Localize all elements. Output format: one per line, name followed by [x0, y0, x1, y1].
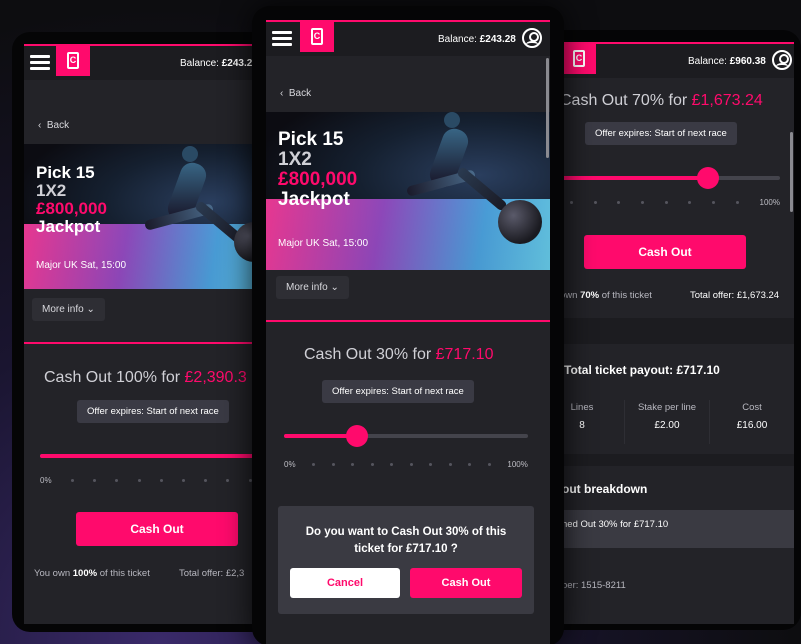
stake-cell: Stake per line £2.00 — [625, 400, 710, 444]
cashout-slider[interactable] — [540, 167, 780, 189]
cancel-button[interactable]: Cancel — [290, 568, 400, 598]
slider-ticks: 0% — [40, 476, 274, 485]
cashout-slider[interactable] — [284, 425, 528, 447]
section-divider — [24, 342, 274, 344]
slider-thumb[interactable] — [346, 425, 369, 447]
total-offer-label: Total offer: £2,3 — [179, 568, 245, 579]
app-header: C Balance: £243.28 — [266, 20, 550, 56]
hero-banner: Pick 15 1X2 £800,000 Jackpot Major UK Sa… — [266, 112, 550, 270]
brand-logo[interactable]: C — [56, 46, 90, 76]
breakdown-row: hed Out 30% for £717.10 — [540, 510, 794, 548]
section-divider — [540, 454, 794, 466]
ticket-number-label: ber: 1515-8211 — [562, 580, 626, 591]
cashout-title: Cash Out 100% for £2,390.3 — [44, 369, 247, 386]
section-divider — [266, 320, 550, 322]
back-link[interactable]: ‹ Back — [280, 88, 311, 99]
cashout-slider[interactable] — [40, 454, 274, 458]
offer-expires-badge: Offer expires: Start of next race — [77, 400, 229, 423]
section-divider — [540, 318, 794, 344]
scrollbar[interactable] — [790, 132, 793, 212]
chevron-down-icon: ⌄ — [86, 304, 95, 315]
payout-title: Total ticket payout: £717.10 — [564, 363, 720, 377]
center-screen: C Balance: £243.28 ‹ Back Pick 15 1X2 £8… — [266, 20, 550, 644]
ticket-summary-table: Lines 8 Stake per line £2.00 Cost £16.00 — [540, 400, 794, 444]
app-header: C Balance: £243.28 — [24, 44, 274, 80]
slider-ticks: 100% — [570, 198, 780, 207]
user-account-icon[interactable] — [772, 50, 792, 70]
left-phone: C Balance: £243.28 ‹ Back Pick 15 1X2 £8… — [12, 32, 280, 632]
left-screen: C Balance: £243.28 ‹ Back Pick 15 1X2 £8… — [24, 44, 274, 624]
cashout-title: Cash Out 70% for £1,673.24 — [560, 92, 763, 109]
slider-ticks: 0% 100% — [284, 460, 528, 469]
cost-cell: Cost £16.00 — [736, 402, 768, 431]
meeting-label: Major UK Sat, 15:00 — [36, 260, 127, 271]
slider-thumb[interactable] — [697, 167, 719, 189]
football-image — [498, 200, 542, 244]
meeting-label: Major UK Sat, 15:00 — [278, 238, 369, 249]
ownership-label: You own 100% of this ticket — [34, 568, 150, 579]
scrollbar[interactable] — [546, 58, 549, 158]
more-info-button[interactable]: More info ⌄ — [32, 298, 105, 321]
brand-logo[interactable]: C — [562, 44, 596, 74]
confirm-cash-out-button[interactable]: Cash Out — [410, 568, 522, 598]
footballer-image — [134, 146, 254, 282]
dialog-question: Do you want to Cash Out 30% of this tick… — [305, 526, 507, 555]
app-header: C Balance: £960.38 — [540, 42, 794, 78]
slider-fill — [40, 454, 274, 458]
slider-fill — [540, 176, 708, 180]
menu-icon[interactable] — [272, 31, 292, 47]
offer-expires-badge: Offer expires: Start of next race — [322, 380, 474, 403]
right-screen: C Balance: £960.38 Cash Out 70% for £1,6… — [540, 42, 794, 624]
confirm-dialog: Do you want to Cash Out 30% of this tick… — [278, 506, 534, 614]
balance: Balance: £243.28 — [438, 34, 516, 45]
breakdown-title: out breakdown — [562, 482, 648, 496]
hero-title: Pick 15 1X2 £800,000 Jackpot — [36, 163, 107, 236]
back-link[interactable]: ‹ Back — [38, 120, 69, 131]
total-offer-label: Total offer: £1,673.24 — [690, 290, 780, 301]
user-account-icon[interactable] — [522, 28, 542, 48]
showcase-stage: C Balance: £243.28 ‹ Back Pick 15 1X2 £8… — [0, 0, 801, 644]
cash-out-button[interactable]: Cash Out — [584, 235, 746, 269]
more-info-button[interactable]: More info ⌄ — [276, 276, 349, 299]
balance: Balance: £960.38 — [688, 56, 766, 67]
hero-title: Pick 15 1X2 £800,000 Jackpot — [278, 129, 358, 210]
cashout-title: Cash Out 30% for £717.10 — [304, 346, 494, 363]
hero-banner: Pick 15 1X2 £800,000 Jackpot Major UK Sa… — [24, 144, 274, 289]
ownership-label: own 70% of this ticket — [560, 290, 652, 301]
chevron-down-icon: ⌄ — [330, 282, 339, 293]
brand-logo[interactable]: C — [300, 22, 334, 52]
offer-expires-badge: Offer expires: Start of next race — [585, 122, 737, 145]
center-phone: C Balance: £243.28 ‹ Back Pick 15 1X2 £8… — [252, 6, 564, 644]
right-phone: C Balance: £960.38 Cash Out 70% for £1,6… — [540, 30, 801, 630]
menu-icon[interactable] — [30, 55, 50, 71]
cash-out-button[interactable]: Cash Out — [76, 512, 238, 546]
balance: Balance: £243.28 — [180, 58, 258, 69]
